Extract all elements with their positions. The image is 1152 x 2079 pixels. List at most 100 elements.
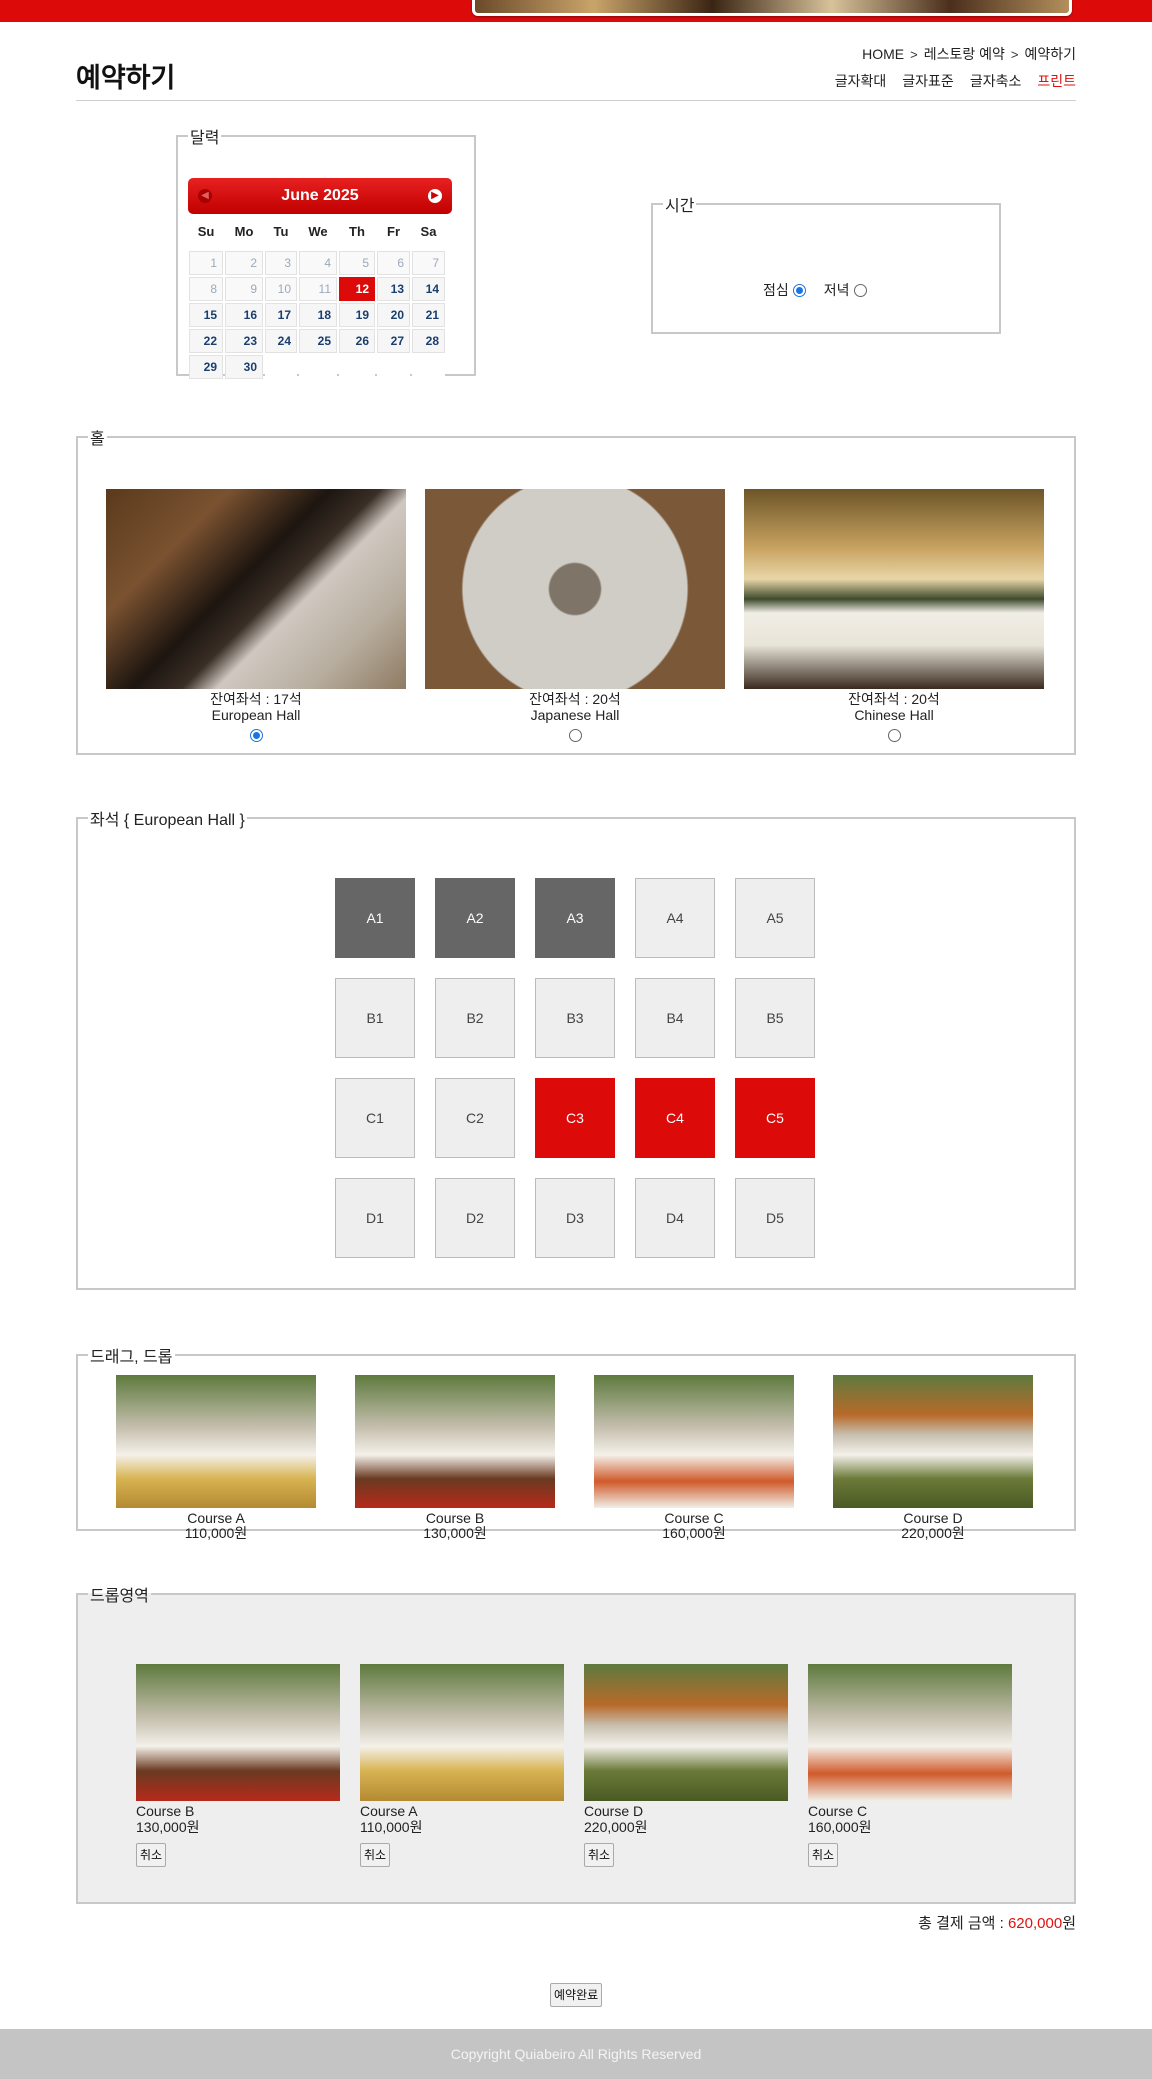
european-hall-image[interactable] bbox=[106, 489, 406, 689]
cancel-button[interactable]: 취소 bbox=[360, 1843, 391, 1867]
day-cell[interactable]: 30 bbox=[225, 355, 263, 379]
lunch-radio[interactable] bbox=[792, 283, 806, 297]
time-fieldset: 시간 점심 저녁 bbox=[651, 192, 1001, 334]
course-name: Course C bbox=[664, 1510, 724, 1526]
seat-d3[interactable]: D3 bbox=[535, 1178, 615, 1258]
hall-japanese[interactable]: 잔여좌석 : 20석 Japanese Hall bbox=[425, 489, 725, 742]
course-b-image[interactable] bbox=[355, 1375, 555, 1508]
seat-c2[interactable]: C2 bbox=[435, 1078, 515, 1158]
course-b-image bbox=[136, 1664, 340, 1801]
day-cell: 9 bbox=[225, 277, 263, 301]
seat-d5[interactable]: D5 bbox=[735, 1178, 815, 1258]
hall-radio-chinese[interactable] bbox=[887, 729, 901, 742]
hall-radio-japanese[interactable] bbox=[568, 729, 582, 742]
day-cell[interactable]: 29 bbox=[189, 355, 223, 379]
day-cell[interactable]: 24 bbox=[265, 329, 297, 353]
seat-a3: A3 bbox=[535, 878, 615, 958]
day-cell: 4 bbox=[299, 251, 337, 275]
seat-b2[interactable]: B2 bbox=[435, 978, 515, 1058]
seat-c3[interactable]: C3 bbox=[535, 1078, 615, 1158]
banner-image bbox=[472, 0, 1072, 16]
day-cell[interactable]: 17 bbox=[265, 303, 297, 327]
seat-d4[interactable]: D4 bbox=[635, 1178, 715, 1258]
seat-a5[interactable]: A5 bbox=[735, 878, 815, 958]
print-link[interactable]: 프린트 bbox=[1037, 71, 1076, 91]
cancel-button[interactable]: 취소 bbox=[136, 1843, 167, 1867]
chinese-hall-image[interactable] bbox=[744, 489, 1044, 689]
seat-fieldset: 좌석 { European Hall } A1 A2 A3 A4 A5 B1 B2 B3 B4 B… bbox=[76, 806, 1076, 1290]
font-normal-link[interactable]: 글자표준 bbox=[902, 71, 954, 91]
seat-d1[interactable]: D1 bbox=[335, 1178, 415, 1258]
seat-c5[interactable]: C5 bbox=[735, 1078, 815, 1158]
hall-european[interactable]: 잔여좌석 : 17석 European Hall bbox=[106, 489, 406, 742]
dinner-label: 저녁 bbox=[823, 282, 850, 298]
seat-a4[interactable]: A4 bbox=[635, 878, 715, 958]
course-a-image[interactable] bbox=[116, 1375, 316, 1508]
day-cell[interactable]: 12 bbox=[339, 277, 375, 301]
breadcrumb-home[interactable]: HOME bbox=[862, 46, 904, 62]
seat-b4[interactable]: B4 bbox=[635, 978, 715, 1058]
day-cell[interactable]: 27 bbox=[377, 329, 410, 353]
day-cell[interactable]: 21 bbox=[412, 303, 445, 327]
day-cell[interactable]: 28 bbox=[412, 329, 445, 353]
drop-zone[interactable]: 드롭영역 Course B 130,000원 취소 Course A 110,0… bbox=[76, 1582, 1076, 1904]
empty-cell bbox=[377, 355, 410, 379]
day-cell[interactable]: 19 bbox=[339, 303, 375, 327]
weekday-label: Tu bbox=[273, 224, 289, 239]
drag-fieldset: 드래그, 드롭 Course A 110,000원 Course B 130,0… bbox=[76, 1343, 1076, 1541]
seat-d2[interactable]: D2 bbox=[435, 1178, 515, 1258]
cancel-button[interactable]: 취소 bbox=[584, 1843, 615, 1867]
font-shrink-link[interactable]: 글자축소 bbox=[970, 71, 1022, 91]
dinner-option[interactable]: 저녁 bbox=[824, 280, 867, 300]
day-cell: 6 bbox=[377, 251, 410, 275]
day-cell[interactable]: 25 bbox=[299, 329, 337, 353]
cancel-button[interactable]: 취소 bbox=[808, 1843, 839, 1867]
seat-c4[interactable]: C4 bbox=[635, 1078, 715, 1158]
lunch-option[interactable]: 점심 bbox=[763, 280, 806, 300]
dropped-course-name: Course A bbox=[360, 1803, 418, 1819]
title-divider bbox=[76, 100, 1076, 101]
prev-month-icon[interactable]: ◀ bbox=[198, 189, 212, 203]
weekday-label: Mo bbox=[234, 224, 254, 239]
day-cell[interactable]: 16 bbox=[225, 303, 263, 327]
seat-b5[interactable]: B5 bbox=[735, 978, 815, 1058]
empty-cell bbox=[339, 355, 375, 379]
hall-radio-european[interactable] bbox=[249, 729, 263, 742]
course-d-image[interactable] bbox=[833, 1375, 1033, 1508]
breadcrumb-restaurant[interactable]: 레스토랑 예약 bbox=[924, 44, 1005, 64]
seat-b1[interactable]: B1 bbox=[335, 978, 415, 1058]
page-title: 예약하기 bbox=[76, 63, 176, 93]
day-cell[interactable]: 14 bbox=[412, 277, 445, 301]
reservation-complete-button[interactable]: 예약완료 bbox=[550, 1983, 603, 2007]
day-cell[interactable]: 13 bbox=[377, 277, 410, 301]
empty-cell bbox=[299, 355, 337, 379]
hall-chinese[interactable]: 잔여좌석 : 20석 Chinese Hall bbox=[744, 489, 1044, 742]
font-enlarge-link[interactable]: 글자확대 bbox=[835, 71, 887, 91]
dropped-course: Course A 110,000원 취소 bbox=[360, 1664, 564, 1867]
weekday-label: Sa bbox=[420, 224, 437, 239]
datepicker-header: ◀ June 2025 ▶ bbox=[188, 178, 452, 214]
day-cell[interactable]: 20 bbox=[377, 303, 410, 327]
japanese-hall-image[interactable] bbox=[425, 489, 725, 689]
seat-b3[interactable]: B3 bbox=[535, 978, 615, 1058]
course-card-c[interactable]: Course C 160,000원 bbox=[594, 1375, 794, 1541]
day-cell[interactable]: 15 bbox=[189, 303, 223, 327]
dropped-course-name: Course B bbox=[136, 1803, 195, 1819]
dinner-radio[interactable] bbox=[853, 283, 867, 297]
day-cell[interactable]: 22 bbox=[189, 329, 223, 353]
day-cell[interactable]: 26 bbox=[339, 329, 375, 353]
course-c-image[interactable] bbox=[594, 1375, 794, 1508]
course-price: 220,000원 bbox=[901, 1525, 965, 1541]
course-card-b[interactable]: Course B 130,000원 bbox=[355, 1375, 555, 1541]
hall-remaining: 잔여좌석 : 17석 bbox=[210, 691, 302, 707]
dropped-course: Course C 160,000원 취소 bbox=[808, 1664, 1012, 1867]
total-label: 총 결제 금액 : bbox=[918, 1915, 1008, 1932]
chevron-right-icon: > bbox=[910, 46, 918, 62]
next-month-icon[interactable]: ▶ bbox=[428, 189, 442, 203]
seat-legend: 좌석 { European Hall } bbox=[90, 812, 245, 829]
course-card-d[interactable]: Course D 220,000원 bbox=[833, 1375, 1033, 1541]
seat-c1[interactable]: C1 bbox=[335, 1078, 415, 1158]
course-card-a[interactable]: Course A 110,000원 bbox=[116, 1375, 316, 1541]
day-cell[interactable]: 23 bbox=[225, 329, 263, 353]
day-cell[interactable]: 18 bbox=[299, 303, 337, 327]
